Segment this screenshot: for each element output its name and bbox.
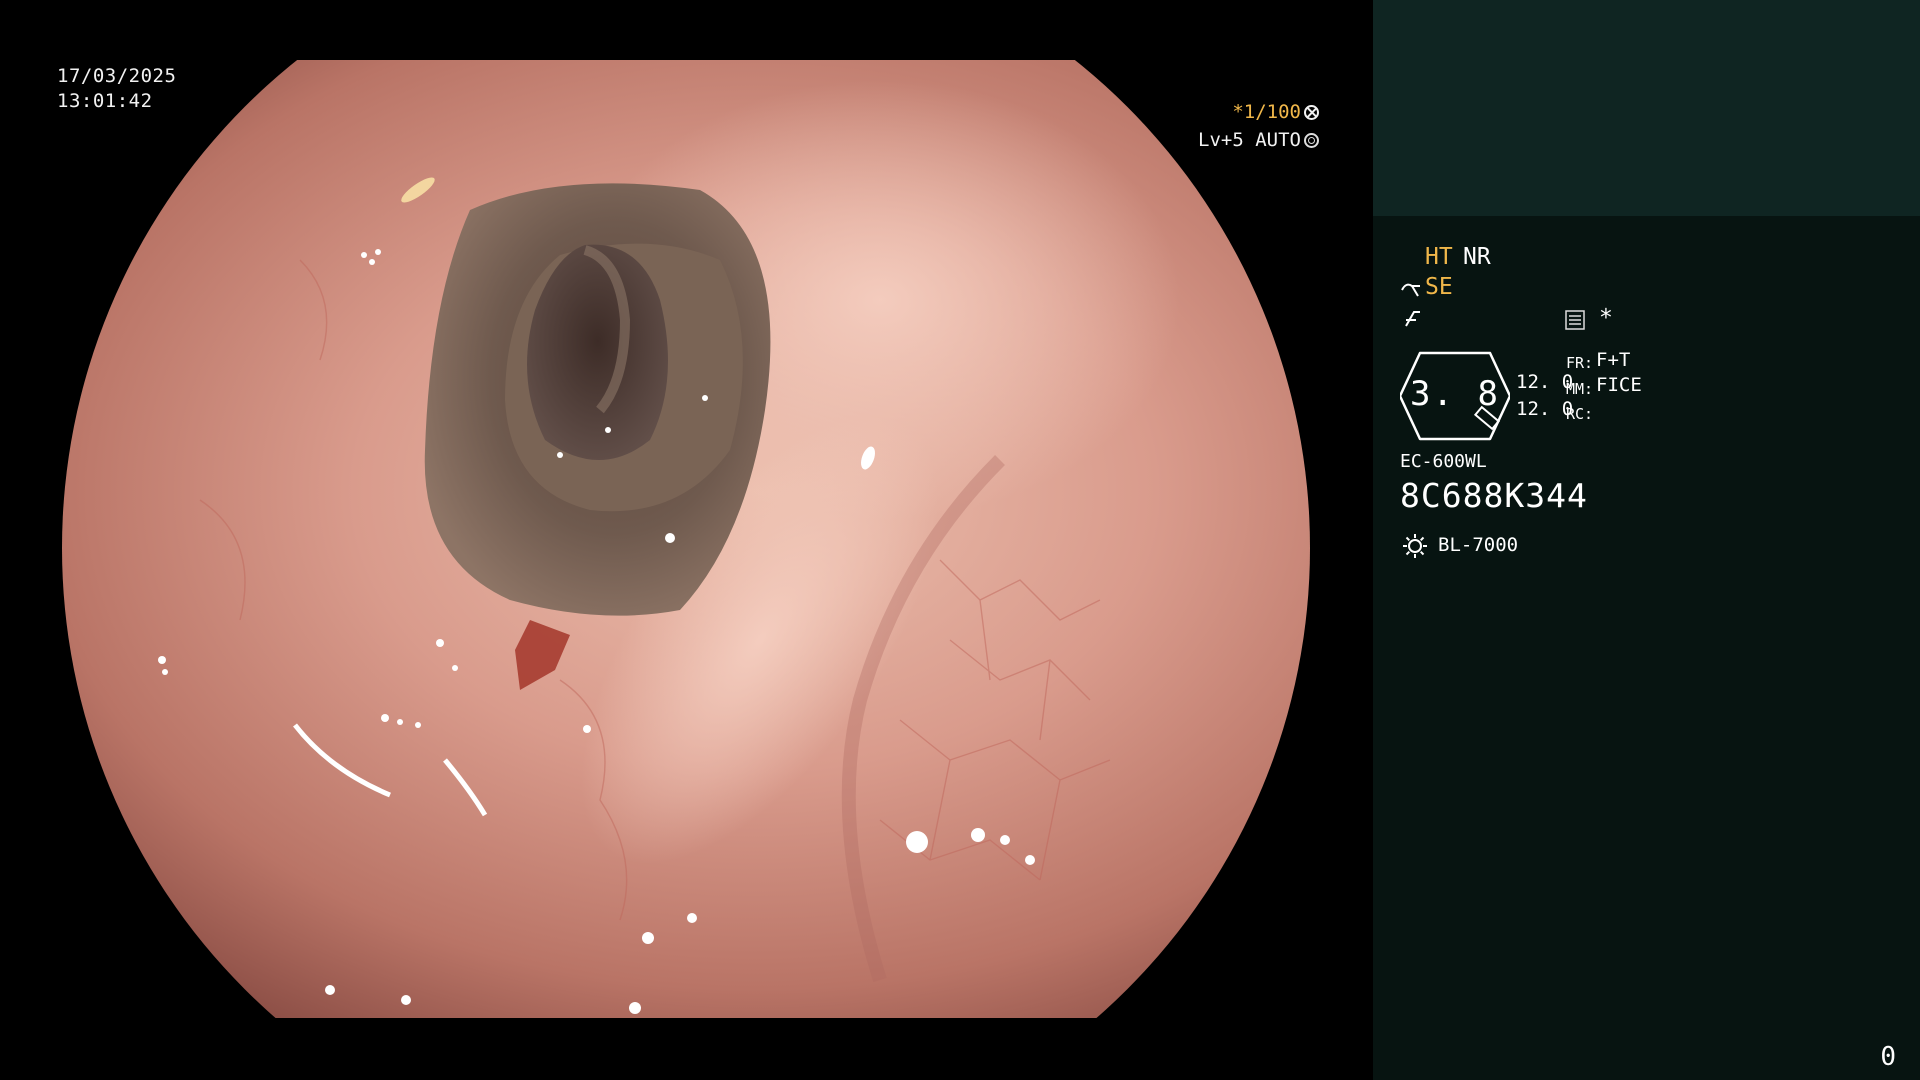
fr-value: F+T — [1596, 349, 1631, 371]
scope-tip-icon — [1401, 283, 1420, 297]
mm-label: MM: — [1566, 380, 1594, 398]
scope-model: EC-600WL — [1400, 451, 1487, 472]
exposure-level: Lv+5 AUTO — [1198, 129, 1301, 151]
light-source-icon — [1403, 534, 1427, 558]
fr-label: FR: — [1566, 354, 1594, 372]
flex-icon — [1405, 311, 1420, 327]
panel-header-area — [1373, 0, 1920, 216]
mode-nr: NR — [1463, 244, 1491, 270]
mode-star: * — [1599, 305, 1613, 331]
mode-ht: HT — [1425, 244, 1453, 270]
mode-se: SE — [1425, 274, 1453, 300]
wheel-icon — [1304, 105, 1319, 120]
aperture-icon — [1304, 133, 1319, 148]
value-2: 12. 0 — [1516, 398, 1574, 420]
menu-icon — [1565, 310, 1585, 330]
shutter-speed: *1/100 — [1232, 101, 1301, 123]
date-label: 17/03/2025 — [57, 65, 177, 87]
rc-label: RC: — [1566, 405, 1594, 423]
level-row: Lv+5 AUTO — [1198, 126, 1319, 154]
timestamp: 17/03/2025 13:01:42 — [57, 64, 176, 114]
time-label: 13:01:42 — [57, 90, 153, 112]
endoscopic-image — [0, 0, 1373, 1080]
endoscope-view: 17/03/2025 13:01:42 *1/100 Lv+5 AUTO — [0, 0, 1373, 1080]
zoom-value: 3. 8 — [1410, 374, 1500, 414]
mm-value: FICE — [1596, 374, 1642, 396]
value-1: 12. 0 — [1516, 371, 1574, 393]
frame-counter: 0 — [1880, 1042, 1896, 1072]
light-source-label: BL-7000 — [1438, 534, 1519, 556]
shutter-row: *1/100 — [1198, 98, 1319, 126]
exposure-readout: *1/100 Lv+5 AUTO — [1198, 98, 1319, 154]
scope-serial: 8C688K344 — [1400, 476, 1588, 515]
